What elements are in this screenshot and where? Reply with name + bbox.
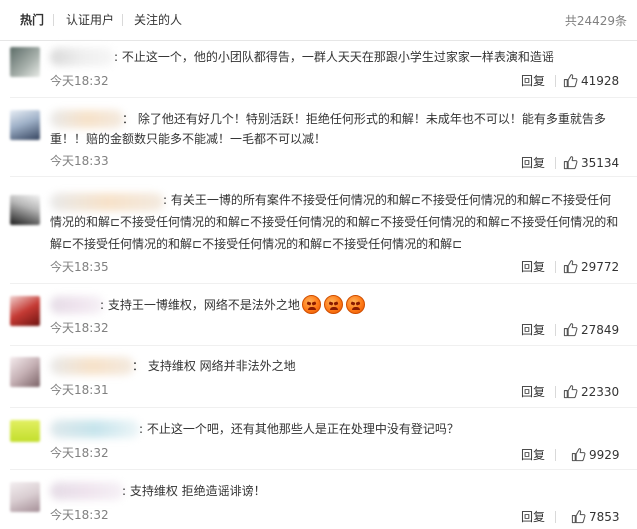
comment-item: : 支持维权 拒绝造谣诽谤！ 今天18:32 回复 7853 [0,470,637,529]
username-blurred[interactable] [50,420,140,438]
comment-text: : 支持维权 拒绝造谣诽谤！ [122,484,266,498]
action-divider [555,75,556,87]
action-divider [555,386,556,398]
action-divider [555,157,556,169]
angry-emoji-icon [302,295,321,314]
reply-button[interactable]: 回复 [521,259,545,275]
avatar[interactable] [10,296,40,326]
comment-time: 今天18:32 [50,74,109,88]
comment-text: : 不止这一个吧，还有其他那些人是正在处理中没有登记吗？ [139,422,459,436]
angry-emoji-icon [346,295,365,314]
like-count: 29772 [581,260,620,274]
reply-button[interactable]: 回复 [521,155,545,171]
tab-divider [53,14,54,26]
comment-item: ： 除了他还有好几个！特别活跃！拒绝任何形式的和解！未成年也不可以！能有多重就告… [0,98,637,177]
like-count: 22330 [581,385,620,399]
comment-text: : 支持王一博维权，网络不是法外之地 [100,298,300,312]
comment-time: 今天18:31 [50,383,109,397]
comment-text: 重！！赔的金额数只能多不能减！一毛都不可以减！ [50,132,327,146]
avatar[interactable] [10,420,40,442]
like-count: 27849 [581,323,620,337]
comment-item: : 不止这一个，他的小团队都得告，一群人天天在那跟小学生过家家一样表演和造谣 今… [0,41,637,98]
thumbs-up-icon [563,260,578,274]
comment-item: ： 支持维权 网络并非法外之地 今天18:31 回复 22330 [0,346,637,408]
username-blurred[interactable] [50,48,114,66]
thumbs-up-icon [563,156,578,170]
username-blurred[interactable] [50,296,104,314]
avatar[interactable] [10,357,40,387]
username-blurred[interactable] [50,110,124,128]
action-divider [555,449,556,461]
thumbs-up-icon [563,385,578,399]
username-blurred[interactable] [50,193,164,211]
reply-button[interactable]: 回复 [521,384,545,400]
comment-text: ： 除了他还有好几个！特别活跃！拒绝任何形式的和解！未成年也不可以！能有多重就告… [122,112,606,126]
tab-following[interactable]: 关注的人 [134,12,182,28]
thumbs-up-icon [563,323,578,337]
tab-divider [122,14,123,26]
angry-emoji-icon [324,295,343,314]
action-divider [555,324,556,336]
comment-time: 今天18:32 [50,508,109,522]
comment-item: : 支持王一博维权，网络不是法外之地 今天18:32 回复 27849 [0,284,637,346]
avatar[interactable] [10,47,40,77]
username-blurred[interactable] [50,482,124,500]
comment-text: ： 支持维权 网络并非法外之地 [132,359,296,373]
comment-tabs: 热门 认证用户 关注的人 共24429条 [0,0,637,41]
reply-button[interactable]: 回复 [521,509,545,525]
comment-text: 情况的和解⊏不接受任何情况的和解⊏不接受任何情况的和解⊏不接受任何情况的和解⊏不… [50,215,619,229]
like-count: 35134 [581,156,620,170]
like-count: 9929 [589,448,620,462]
comment-time: 今天18:32 [50,321,109,335]
reply-button[interactable]: 回复 [521,447,545,463]
like-count: 41928 [581,74,620,88]
action-divider [555,261,556,273]
comment-time: 今天18:35 [50,260,109,274]
avatar[interactable] [10,195,40,225]
comment-text: 解⊏不接受任何情况的和解⊏不接受任何情况的和解⊏不接受任何情况的和解⊏ [50,237,463,251]
tab-verified-users[interactable]: 认证用户 [66,12,114,28]
thumbs-up-icon [571,510,586,524]
total-count: 共24429条 [564,14,627,28]
comment-text: : 有关王一博的所有案件不接受任何情况的和解⊏不接受任何情况的和解⊏不接受任何 [163,193,611,207]
username-blurred[interactable] [50,357,134,375]
reply-button[interactable]: 回复 [521,322,545,338]
avatar[interactable] [10,482,40,512]
comment-time: 今天18:32 [50,446,109,460]
thumbs-up-icon [563,74,578,88]
comment-item: : 不止这一个吧，还有其他那些人是正在处理中没有登记吗？ 今天18:32 回复 … [0,408,637,470]
action-divider [555,511,556,523]
reply-button[interactable]: 回复 [521,73,545,89]
comment-item: : 有关王一博的所有案件不接受任何情况的和解⊏不接受任何情况的和解⊏不接受任何 … [0,177,637,284]
like-count: 7853 [589,510,620,524]
comment-text: : 不止这一个，他的小团队都得告，一群人天天在那跟小学生过家家一样表演和造谣 [114,50,554,64]
comment-time: 今天18:33 [50,154,109,168]
avatar[interactable] [10,110,40,140]
tab-hot[interactable]: 热门 [20,12,44,28]
thumbs-up-icon [571,448,586,462]
